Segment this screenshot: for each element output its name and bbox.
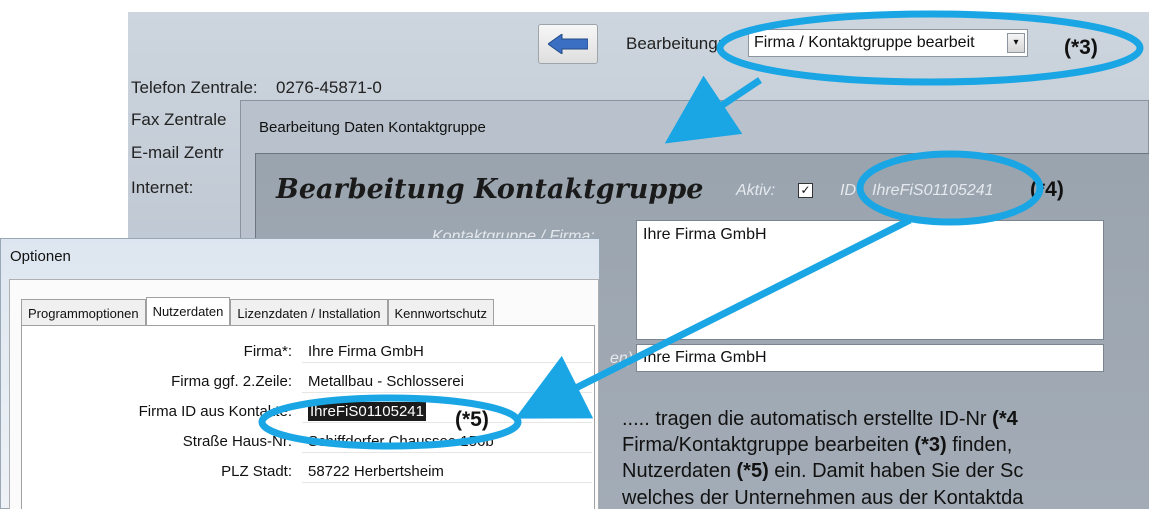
field-telefon-label: Telefon Zentrale: [131,78,258,97]
field-internet-label: Internet: [131,178,194,197]
strasse-input[interactable]: Schiffdorfer Chaussee 156b [302,431,592,453]
tab-panel-nutzerdaten: Firma*: Ihre Firma GmbH Firma ggf. 2.Zei… [21,325,595,509]
caption-line-2-text: Firma/Kontaktgruppe bearbeiten [622,434,915,456]
tab-kennwortschutz[interactable]: Kennwortschutz [387,299,494,325]
caption-line-2: Firma/Kontaktgruppe bearbeiten (*3) find… [622,434,1012,457]
caption-line-4: welches der Unternehmen aus der Kontaktd… [622,487,1024,509]
field-telefon-value: 0276-45871-0 [276,78,382,97]
caption-line-2-rest: finden, [946,434,1013,456]
aktiv-label: Aktiv: [736,182,776,199]
dialog-title: Optionen [10,248,71,265]
tab-nutzerdaten[interactable]: Nutzerdaten [145,297,231,325]
caption-line-3-rest: ein. Damit haben Sie der Sc [768,460,1024,482]
firma-id-label: Firma ID aus Kontakte: [138,403,292,420]
caption-line-2-bold: (*3) [914,434,947,456]
dialog-title: Bearbeitung Daten Kontaktgruppe [259,119,486,136]
dialog-heading: Bearbeitung Kontaktgruppe [276,174,704,205]
annotation-4: (*4) [1030,178,1064,201]
edit-mode-label: Bearbeitung: [626,34,723,53]
firma-zeile2-label: Firma ggf. 2.Zeile: [171,373,292,390]
aktiv-checkbox[interactable]: ✓ [798,183,813,198]
field-email-label: E-mail Zentr [131,143,224,162]
id-value: IhreFiS01105241 [872,182,994,199]
edit-mode-select[interactable]: Firma / Kontaktgruppe bearbeit ▾ [748,29,1028,57]
firma-label: Firma*: [243,343,292,360]
edit-mode-select-value: Firma / Kontaktgruppe bearbeit [754,34,975,51]
firma-id-input[interactable]: IhreFiS01105241 [302,401,592,423]
kontaktgruppe-textarea[interactable]: Ihre Firma GmbH [636,220,1104,340]
tab-programmoptionen[interactable]: Programmoptionen [21,299,146,325]
strasse-label: Straße Haus-Nr: [182,433,292,450]
arrow-left-icon [548,34,588,54]
plz-stadt-input[interactable]: 58722 Herbertsheim [302,461,592,483]
caption-line-3-text: Nutzerdaten [622,460,737,482]
plz-stadt-label: PLZ Stadt: [221,463,292,480]
caption-line-3-bold: (*5) [736,460,769,482]
second-field-input[interactable]: Ihre Firma GmbH [636,344,1104,372]
field-fax-label: Fax Zentrale [131,110,227,129]
id-label: ID [840,182,856,199]
caption-line-1-text: ..... tragen die automatisch erstellte I… [622,408,993,430]
firma-zeile2-input[interactable]: Metallbau - Schlosserei [302,371,592,393]
annotation-3: (*3) [1064,36,1098,59]
second-field-label: en) [610,350,634,367]
caption-line-1: ..... tragen die automatisch erstellte I… [622,408,1018,431]
tab-bar: Programmoptionen Nutzerdaten Lizenzdaten… [21,297,494,325]
firma-id-selected-text: IhreFiS01105241 [308,402,426,421]
tab-lizenzdaten[interactable]: Lizenzdaten / Installation [230,299,388,325]
caption-line-1-bold: (*4 [992,408,1018,430]
firma-input[interactable]: Ihre Firma GmbH [302,341,592,363]
optionen-dialog: Optionen Programmoptionen Nutzerdaten Li… [0,238,600,509]
back-button[interactable] [538,24,598,64]
caption-line-3: Nutzerdaten (*5) ein. Damit haben Sie de… [622,460,1023,483]
chevron-down-icon[interactable]: ▾ [1007,33,1025,53]
annotation-5: (*5) [455,408,489,431]
